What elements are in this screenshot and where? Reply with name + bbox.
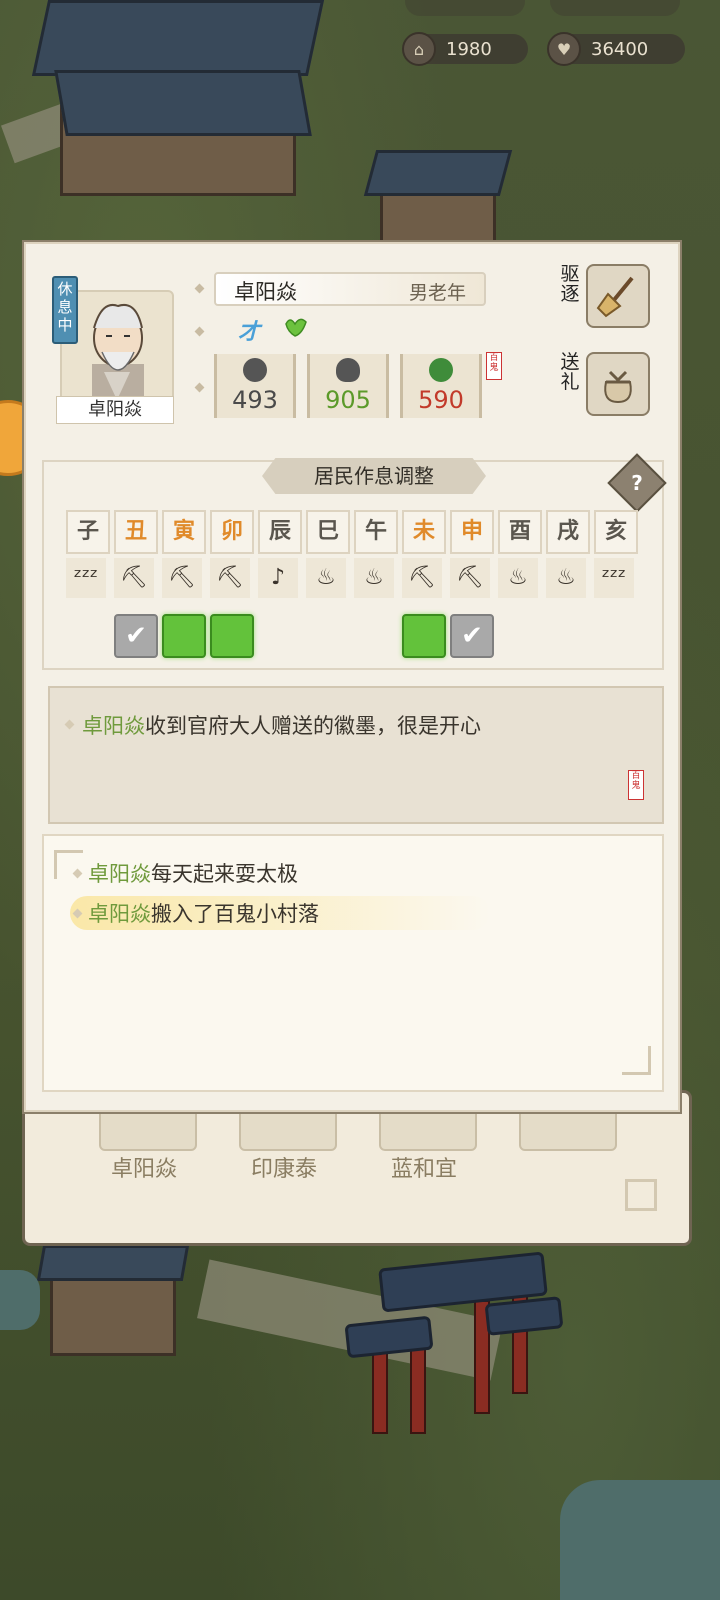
hour-cell: 子 [66, 510, 110, 554]
hour-cell: 午 [354, 510, 398, 554]
pickaxe-icon[interactable]: ⛏ [402, 558, 442, 598]
schedule-toggle-checked[interactable]: ✔ [114, 614, 158, 658]
event-message-panel: 卓阳焱收到官府大人赠送的徽墨，很是开心 百鬼 [48, 686, 664, 824]
log-resident-name: 卓阳焱 [88, 902, 151, 926]
stat-nature[interactable]: 590 [400, 354, 482, 418]
schedule-toggle-on[interactable] [210, 614, 254, 658]
heart-icon: ♥ [547, 32, 581, 66]
message-text: 收到官府大人赠送的徽墨，很是开心 [145, 714, 481, 738]
gift-button[interactable] [586, 352, 650, 416]
bullet-diamond [194, 326, 205, 337]
resident-detail-dialog: 休息中 卓阳焱 卓阳焱 男老年 才 493 905 590 百鬼 驱逐 送礼 居… [22, 240, 682, 1114]
bowl-icon[interactable]: ♨ [306, 558, 346, 598]
stat-value: 590 [418, 386, 464, 414]
resident-list-name[interactable]: 印康泰 [251, 1151, 317, 1183]
prosperity-counter[interactable]: ⌂ 1980 [402, 32, 528, 66]
portrait-name-label: 卓阳焱 [56, 396, 174, 424]
log-entry: 卓阳焱搬入了百鬼小村落 [88, 898, 319, 928]
top-resource-bar-partial [405, 0, 525, 16]
pickaxe-icon[interactable]: ⛏ [450, 558, 490, 598]
hour-cell: 卯 [210, 510, 254, 554]
hour-cell: 寅 [162, 510, 206, 554]
schedule-title: 居民作息调整 [262, 458, 486, 494]
seal-stamp: 百鬼 [628, 770, 644, 800]
event-message: 卓阳焱收到官府大人赠送的徽墨，很是开心 [82, 710, 481, 740]
help-button[interactable]: ? [607, 453, 667, 513]
hour-cell: 酉 [498, 510, 542, 554]
pickaxe-icon[interactable]: ⛏ [114, 558, 154, 598]
resident-name-bar: 卓阳焱 男老年 [214, 272, 486, 306]
temple-icon: ⌂ [402, 32, 436, 66]
stat-charm[interactable]: 493 [214, 354, 296, 418]
seal-text: 百鬼 [489, 353, 499, 373]
flower-icon [243, 358, 267, 382]
hour-cell: 巳 [306, 510, 350, 554]
sleep-icon[interactable]: ᶻᶻᶻ [66, 558, 106, 598]
hour-cell: 申 [450, 510, 494, 554]
corner-ornament [622, 1046, 651, 1075]
resident-gender-age: 男老年 [408, 282, 466, 304]
seal-text: 百鬼 [631, 771, 641, 791]
bullet-diamond [194, 283, 205, 294]
expel-label: 驱逐 [560, 263, 580, 305]
resident-log-panel[interactable]: 卓阳焱每天起来耍太极 卓阳焱搬入了百鬼小村落 [42, 834, 664, 1092]
hour-cell: 戌 [546, 510, 590, 554]
happiness-value: 36400 [591, 38, 649, 60]
stat-health[interactable]: 905 [307, 354, 389, 418]
expel-button[interactable] [586, 264, 650, 328]
resident-list-name[interactable]: 蓝和宜 [391, 1151, 457, 1183]
sleep-icon[interactable]: ᶻᶻᶻ [594, 558, 634, 598]
bullet-diamond [64, 719, 75, 730]
gate-roof [484, 1296, 564, 1336]
top-resource-bar-partial [550, 0, 680, 16]
happiness-counter[interactable]: ♥ 36400 [547, 32, 685, 66]
heart-icon [336, 358, 360, 382]
corner-ornament [625, 1179, 657, 1211]
message-resident-name: 卓阳焱 [82, 714, 145, 738]
log-text: 每天起来耍太极 [151, 862, 298, 886]
prosperity-value: 1980 [446, 38, 492, 60]
bowl-icon[interactable]: ♨ [354, 558, 394, 598]
seal-stamp: 百鬼 [486, 352, 502, 380]
heart-leaf-icon[interactable] [282, 312, 310, 346]
bowl-icon[interactable]: ♨ [546, 558, 586, 598]
resident-list-name[interactable]: 卓阳焱 [111, 1151, 177, 1183]
bullet-diamond [194, 382, 205, 393]
pickaxe-icon[interactable]: ⛏ [162, 558, 202, 598]
status-badge: 休息中 [52, 276, 78, 344]
hour-cell: 辰 [258, 510, 302, 554]
building-roof [363, 150, 513, 196]
gift-bag-icon [604, 370, 632, 404]
stat-value: 905 [325, 386, 371, 414]
hour-cell: 亥 [594, 510, 638, 554]
log-entry: 卓阳焱每天起来耍太极 [88, 858, 298, 888]
pond [560, 1480, 720, 1600]
leisure-icon[interactable]: ♪ [258, 558, 298, 598]
log-resident-name: 卓阳焱 [88, 862, 151, 886]
schedule-toggle-checked[interactable]: ✔ [450, 614, 494, 658]
hour-cell: 未 [402, 510, 446, 554]
pond [0, 1270, 40, 1330]
resident-name: 卓阳焱 [234, 280, 297, 304]
log-text: 搬入了百鬼小村落 [151, 902, 319, 926]
building-roof [54, 70, 312, 136]
hour-cell: 丑 [114, 510, 158, 554]
schedule-panel: 居民作息调整 ? 子 ᶻᶻᶻ 丑 ⛏ ✔ 寅 ⛏ 卯 ⛏ 辰 ♪ 巳 ♨ 午 ♨ 未 ⛏ 申 ⛏ ✔ 酉 ♨ 戌 ♨ 亥 ᶻᶻᶻ [42, 453, 667, 670]
schedule-toggle-on[interactable] [402, 614, 446, 658]
schedule-toggle-on[interactable] [162, 614, 206, 658]
broom-icon [596, 276, 634, 318]
trait-talent[interactable]: 才 [238, 314, 260, 346]
building-roof [31, 0, 325, 76]
leaf-icon [429, 358, 453, 382]
bowl-icon[interactable]: ♨ [498, 558, 538, 598]
stat-value: 493 [232, 386, 278, 414]
pickaxe-icon[interactable]: ⛏ [210, 558, 250, 598]
building-roof [36, 1245, 190, 1281]
gift-label: 送礼 [560, 351, 580, 393]
